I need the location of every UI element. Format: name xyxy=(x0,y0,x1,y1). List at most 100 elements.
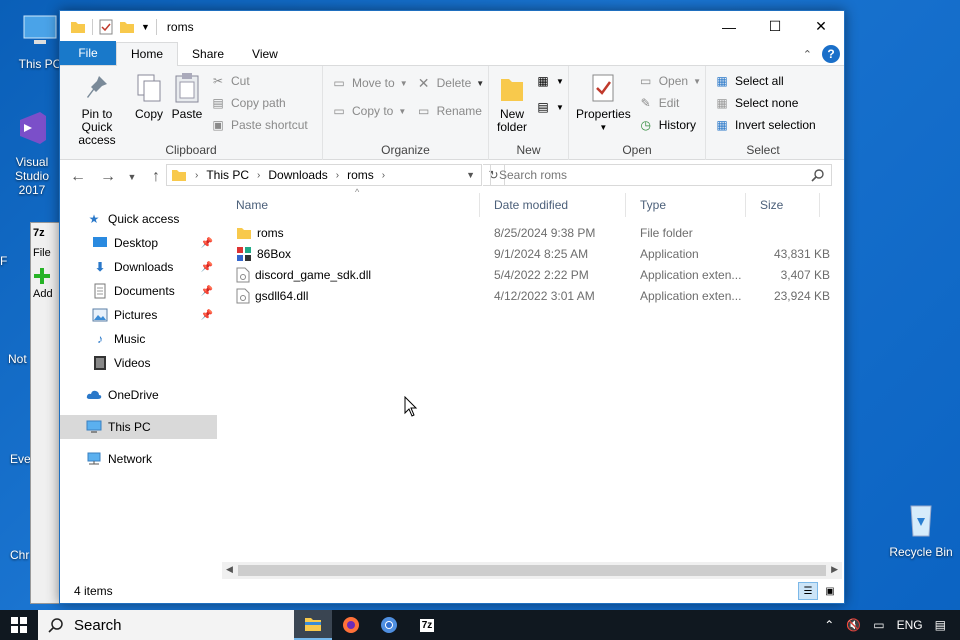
pin-icon[interactable]: 📌 xyxy=(201,262,213,273)
rename-button[interactable]: ▭ Rename xyxy=(416,102,485,120)
quick-access-toolbar: ▼ xyxy=(60,18,157,35)
file-row[interactable]: 86Box 9/1/2024 8:25 AM Application 43,83… xyxy=(222,243,836,264)
edit-icon: ✎ xyxy=(640,96,651,110)
address-dropdown-icon[interactable]: ▼ xyxy=(466,170,475,180)
minimize-button[interactable]: — xyxy=(706,11,752,42)
file-explorer-window[interactable]: ▼ roms — ☐ ✕ File Home Share View ⌃ ? Pi… xyxy=(59,10,845,604)
paste-shortcut-button[interactable]: ▣ Paste shortcut xyxy=(210,116,307,134)
tab-file[interactable]: File xyxy=(60,41,116,65)
file-row[interactable]: gsdll64.dll 4/12/2022 3:01 AM Applicatio… xyxy=(222,285,836,306)
tab-view[interactable]: View xyxy=(238,43,292,65)
nav-this-pc[interactable]: This PC xyxy=(60,415,217,439)
copy-label: Copy xyxy=(134,107,163,121)
taskbar-chrome[interactable] xyxy=(370,610,408,640)
cut-button[interactable]: ✂ Cut xyxy=(210,72,308,90)
breadcrumb-this-pc[interactable]: This PC › xyxy=(206,168,268,182)
language-indicator[interactable]: ENG xyxy=(897,618,923,632)
taskbar-file-explorer[interactable] xyxy=(294,610,332,640)
visual-studio-icon xyxy=(20,112,46,144)
nav-quick-access[interactable]: ★ Quick access xyxy=(60,207,217,231)
nav-label: Quick access xyxy=(108,212,180,226)
recent-locations-button[interactable]: ▼ xyxy=(126,165,138,189)
chevron-right-icon[interactable]: › xyxy=(336,170,339,181)
forward-button[interactable]: → xyxy=(96,165,120,189)
notifications-icon[interactable]: ▤ xyxy=(935,618,946,632)
collapse-ribbon-icon[interactable]: ⌃ xyxy=(803,48,812,61)
scroll-left-icon[interactable]: ◀ xyxy=(226,564,233,575)
large-icons-view-button[interactable]: ▣ xyxy=(820,582,840,600)
tab-home[interactable]: Home xyxy=(116,42,179,66)
taskbar-7zip[interactable]: 7z xyxy=(408,610,446,640)
move-to-button[interactable]: ▭ Move to ▼ xyxy=(331,74,407,92)
file-row[interactable]: roms 8/25/2024 9:38 PM File folder xyxy=(222,222,836,243)
scroll-right-icon[interactable]: ▶ xyxy=(831,564,838,575)
desktop-icon-visual-studio[interactable]: Visual Studio 2017 xyxy=(0,108,64,197)
breadcrumb-roms[interactable]: roms › xyxy=(347,168,393,182)
pin-icon[interactable]: 📌 xyxy=(201,238,213,249)
tab-share[interactable]: Share xyxy=(178,43,238,65)
easy-access-button[interactable]: ▤ ▼ xyxy=(535,98,564,116)
nav-documents[interactable]: Documents 📌 xyxy=(60,279,217,303)
chevron-right-icon[interactable]: › xyxy=(382,170,385,181)
nav-music[interactable]: ♪ Music xyxy=(60,327,217,351)
new-folder-qat-icon[interactable] xyxy=(119,19,135,35)
nav-label: Documents xyxy=(114,284,175,298)
copy-path-button[interactable]: ▤ Copy path xyxy=(210,94,308,112)
nav-downloads[interactable]: ⬇ Downloads 📌 xyxy=(60,255,217,279)
new-item-button[interactable]: ▦ ▼ xyxy=(535,72,564,90)
properties-qat-icon[interactable] xyxy=(99,19,113,35)
qat-dropdown-icon[interactable]: ▼ xyxy=(141,22,150,32)
nav-pictures[interactable]: Pictures 📌 xyxy=(60,303,217,327)
ribbon-home: Pin to Quick access Copy Paste ✂ Cut ▤ Cop… xyxy=(60,66,844,160)
help-icon[interactable]: ? xyxy=(822,45,840,63)
invert-selection-button[interactable]: ▦ Invert selection xyxy=(714,116,815,134)
details-view-button[interactable]: ☰ xyxy=(798,582,818,600)
address-bar[interactable]: › This PC › Downloads › roms › ▼ xyxy=(166,164,482,186)
column-header-name[interactable]: Name xyxy=(222,193,480,217)
nav-desktop[interactable]: Desktop 📌 xyxy=(60,231,217,255)
scrollbar-thumb[interactable] xyxy=(238,565,826,576)
column-header-size[interactable]: Size xyxy=(746,193,820,217)
edit-button[interactable]: ✎ Edit xyxy=(638,94,701,112)
chevron-right-icon[interactable]: › xyxy=(257,170,260,181)
pin-icon[interactable]: 📌 xyxy=(201,286,213,297)
horizontal-scrollbar[interactable]: ◀ ▶ xyxy=(222,562,842,579)
maximize-button[interactable]: ☐ xyxy=(752,11,798,42)
file-type: Application exten... xyxy=(640,288,742,303)
file-size: 3,407 KB xyxy=(780,267,830,282)
open-button[interactable]: ▭ Open ▼ xyxy=(638,72,701,90)
breadcrumb-downloads[interactable]: Downloads › xyxy=(268,168,347,182)
sort-ascending-icon: ^ xyxy=(355,187,360,197)
search-icon xyxy=(48,618,63,633)
search-box[interactable]: Search roms xyxy=(490,164,832,186)
new-item-icon: ▦ xyxy=(537,74,549,88)
chrome-icon xyxy=(381,617,397,633)
nav-videos[interactable]: Videos xyxy=(60,351,217,375)
select-all-button[interactable]: ▦ Select all xyxy=(714,72,816,90)
pin-icon[interactable]: 📌 xyxy=(201,310,213,321)
nav-network[interactable]: Network xyxy=(60,447,217,471)
title-bar[interactable]: ▼ roms — ☐ ✕ xyxy=(60,11,844,42)
delete-button[interactable]: ✕ Delete ▼ xyxy=(416,74,484,92)
file-type: File folder xyxy=(640,225,693,240)
network-icon[interactable]: ▭ xyxy=(873,618,884,632)
back-button[interactable]: ← xyxy=(66,165,90,189)
start-button[interactable] xyxy=(0,610,38,640)
volume-muted-icon[interactable]: 🔇 xyxy=(846,618,861,632)
close-button[interactable]: ✕ xyxy=(798,11,844,42)
history-button[interactable]: ◷ History xyxy=(638,116,701,134)
chevron-up-icon[interactable]: ⌃ xyxy=(824,618,834,632)
taskbar-firefox[interactable] xyxy=(332,610,370,640)
new-folder-icon xyxy=(501,79,523,101)
desktop-icon-recycle-bin[interactable]: Recycle Bin xyxy=(886,498,956,559)
file-row[interactable]: discord_game_sdk.dll 5/4/2022 2:22 PM Ap… xyxy=(222,264,836,285)
chevron-down-icon: ▼ xyxy=(599,123,608,132)
nav-onedrive[interactable]: OneDrive xyxy=(60,383,217,407)
select-none-button[interactable]: ▦ Select none xyxy=(714,94,816,112)
nav-label: Downloads xyxy=(114,260,174,274)
column-header-date[interactable]: Date modified xyxy=(480,193,626,217)
copy-to-button[interactable]: ▭ Copy to ▼ xyxy=(331,102,408,120)
taskbar-search[interactable]: Search xyxy=(38,610,294,640)
up-button[interactable]: ↑ xyxy=(144,165,168,189)
column-header-type[interactable]: Type xyxy=(626,193,746,217)
